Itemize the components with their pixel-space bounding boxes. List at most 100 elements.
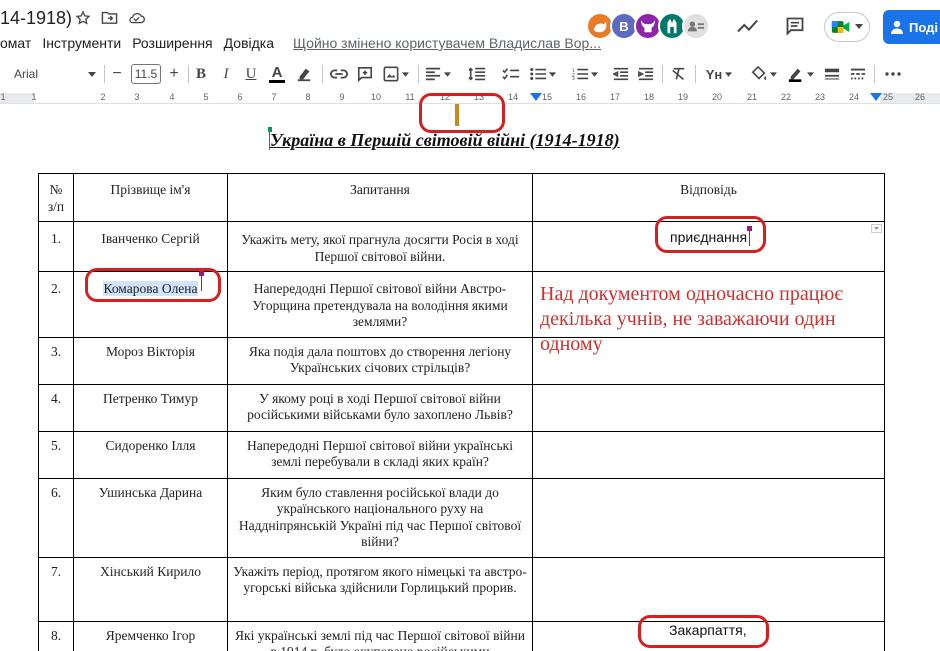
- add-comment-icon[interactable]: [354, 62, 376, 86]
- line-spacing-icon[interactable]: [466, 62, 488, 86]
- decrease-font-size-button[interactable]: −: [108, 62, 126, 86]
- answer-cell[interactable]: [532, 556, 885, 622]
- question-text[interactable]: Яким було ставлення російської влади до …: [227, 477, 533, 558]
- row-number[interactable]: 8.: [38, 620, 74, 651]
- font-family-select[interactable]: Arial: [14, 62, 100, 86]
- question-text[interactable]: Укажіть мету, якої прагнула досягти Росі…: [227, 221, 533, 272]
- menu-extensions[interactable]: Розширення: [132, 35, 212, 51]
- border-color-icon[interactable]: [786, 62, 816, 86]
- question-text[interactable]: Укажіть період, протягом якого німецькі …: [227, 556, 533, 622]
- question-text[interactable]: Напередодні Першої світової війни Австро…: [227, 271, 533, 338]
- checklist-icon[interactable]: [500, 62, 522, 86]
- increase-font-size-button[interactable]: +: [165, 62, 183, 86]
- ruler-number: 19: [677, 92, 689, 102]
- table-row: 7. Хінський Кирило Укажіть період, протя…: [38, 556, 885, 622]
- table-row: 6. Ушинська Дарина Яким було ставлення р…: [38, 477, 885, 558]
- numbered-list-icon[interactable]: 123: [569, 62, 601, 86]
- answer-8-text[interactable]: Закарпаття,: [669, 622, 747, 638]
- row-number[interactable]: 7.: [38, 556, 74, 622]
- more-options-icon[interactable]: [882, 62, 904, 86]
- toolbar-divider: [662, 65, 663, 83]
- header-name[interactable]: Прізвище ім'я: [73, 173, 228, 222]
- menu-help[interactable]: Довідка: [224, 35, 274, 51]
- right-indent-marker[interactable]: [870, 93, 882, 103]
- star-icon[interactable]: [74, 9, 91, 26]
- collaborator-cursor: [201, 274, 202, 291]
- cell-background-icon[interactable]: [750, 62, 778, 86]
- collaborator-cursor-ruler: [455, 104, 459, 126]
- meet-button[interactable]: [824, 12, 870, 42]
- avatar-5[interactable]: [682, 12, 710, 40]
- share-button[interactable]: Поді: [883, 10, 940, 44]
- formatting-toolbar: Arial − 11.5 + B I U A 123 Yн: [0, 62, 940, 86]
- add-person-icon: [891, 20, 903, 34]
- row-number[interactable]: 3.: [38, 336, 74, 385]
- row-number[interactable]: 1.: [38, 221, 74, 272]
- document-title[interactable]: 14-1918): [0, 8, 72, 29]
- student-name[interactable]: Ушинська Дарина: [73, 477, 228, 558]
- ruler-number: 5: [203, 92, 209, 102]
- text-color-glyph: A: [271, 63, 283, 81]
- clear-formatting-icon[interactable]: [668, 62, 690, 86]
- svg-text:3: 3: [572, 76, 575, 81]
- cell-dropdown-icon[interactable]: [871, 224, 882, 233]
- student-name[interactable]: Мороз Вікторія: [73, 336, 228, 385]
- text-color-swatch: [269, 79, 285, 83]
- question-text[interactable]: Напередодні Першої світової війни україн…: [227, 430, 533, 479]
- move-folder-icon[interactable]: [101, 9, 118, 26]
- answer-cell[interactable]: [532, 383, 885, 432]
- italic-button[interactable]: I: [217, 62, 235, 86]
- last-edit-link[interactable]: Щойно змінено користувачем Владислав Вор…: [293, 35, 601, 51]
- collaboration-note[interactable]: Над документом одночасно працює декілька…: [540, 282, 885, 357]
- comments-icon[interactable]: [781, 12, 809, 40]
- student-name[interactable]: Комарова Олена: [73, 271, 228, 338]
- answer-1-text[interactable]: приєднання: [670, 229, 747, 245]
- student-name[interactable]: Петренко Тимур: [73, 383, 228, 432]
- header-question[interactable]: Запитання: [227, 173, 533, 222]
- border-dash-icon[interactable]: [848, 62, 868, 86]
- underline-button[interactable]: U: [242, 62, 260, 86]
- menu-format[interactable]: омат: [0, 35, 31, 51]
- ruler-number: 21: [746, 92, 758, 102]
- student-name[interactable]: Сидоренко Ілля: [73, 430, 228, 479]
- ruler-number: 1: [0, 92, 6, 102]
- question-text[interactable]: У якому році в ході Першої світової війн…: [227, 383, 533, 432]
- border-width-icon[interactable]: [822, 62, 842, 86]
- header-number[interactable]: № з/п: [38, 173, 74, 222]
- ruler-number: 2: [100, 92, 106, 102]
- activity-dashboard-icon[interactable]: [734, 12, 762, 40]
- left-indent-marker[interactable]: [530, 93, 542, 103]
- menu-tools[interactable]: Інструменти: [42, 35, 121, 51]
- row-number[interactable]: 5.: [38, 430, 74, 479]
- toolbar-divider: [695, 65, 696, 83]
- page-title[interactable]: Україна в Першій світовій війні (1914-19…: [270, 130, 620, 151]
- question-text[interactable]: Які українські землі під час Першої світ…: [227, 620, 533, 651]
- insert-link-icon[interactable]: [328, 62, 350, 86]
- cloud-saved-icon[interactable]: [128, 9, 145, 26]
- answer-cell[interactable]: [532, 430, 885, 479]
- font-size-input[interactable]: 11.5: [131, 64, 161, 84]
- toolbar-divider: [418, 65, 419, 83]
- header-answer[interactable]: Відповідь: [532, 173, 885, 222]
- highlight-color-icon[interactable]: [294, 62, 314, 86]
- bold-button[interactable]: B: [192, 62, 210, 86]
- ruler[interactable]: 1 1 2 3 4 5 6 7 8 9 10 11 12 13 14 15 16 17 18 19 20 21 22 23 24…: [0, 92, 940, 104]
- decrease-indent-icon[interactable]: [610, 62, 632, 86]
- row-number[interactable]: 6.: [38, 477, 74, 558]
- toolbar-divider: [874, 65, 875, 83]
- text-color-button[interactable]: A: [266, 62, 288, 86]
- student-name[interactable]: Іванченко Сергій: [73, 221, 228, 272]
- subscript-button[interactable]: Yн: [700, 62, 738, 86]
- questions-table[interactable]: № з/п Прізвище ім'я Запитання Відповідь …: [38, 173, 885, 651]
- student-name[interactable]: Хінський Кирило: [73, 556, 228, 622]
- insert-image-icon[interactable]: [381, 62, 411, 86]
- ruler-number: 10: [370, 92, 382, 102]
- row-number[interactable]: 2.: [38, 271, 74, 338]
- row-number[interactable]: 4.: [38, 383, 74, 432]
- increase-indent-icon[interactable]: [635, 62, 657, 86]
- student-name[interactable]: Яремченко Ігор: [73, 620, 228, 651]
- question-text[interactable]: Яка подія дала поштовх до створення легі…: [227, 336, 533, 385]
- bulleted-list-icon[interactable]: [528, 62, 558, 86]
- answer-cell[interactable]: [532, 477, 885, 558]
- align-icon[interactable]: [424, 62, 452, 86]
